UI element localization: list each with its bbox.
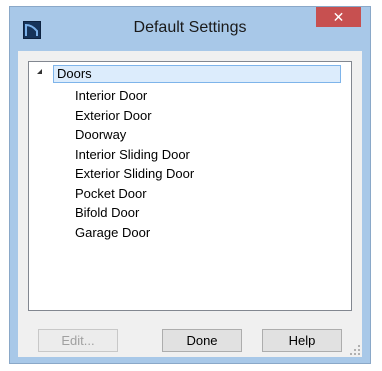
tree-children: Interior Door Exterior Door Doorway Inte… (75, 86, 194, 242)
edit-button[interactable]: Edit... (38, 329, 118, 352)
dialog-window: Default Settings ✕ Doors Interior Door E… (9, 6, 371, 364)
tree-item-interior-door[interactable]: Interior Door (75, 86, 194, 106)
tree-item-bifold-door[interactable]: Bifold Door (75, 203, 194, 223)
expand-arrow-icon[interactable] (37, 69, 42, 74)
tree-item-exterior-door[interactable]: Exterior Door (75, 106, 194, 126)
tree-item-exterior-sliding-door[interactable]: Exterior Sliding Door (75, 164, 194, 184)
done-button[interactable]: Done (162, 329, 242, 352)
tree-item-interior-sliding-door[interactable]: Interior Sliding Door (75, 145, 194, 165)
close-button[interactable]: ✕ (316, 7, 361, 27)
tree-item-pocket-door[interactable]: Pocket Door (75, 184, 194, 204)
tree-item-garage-door[interactable]: Garage Door (75, 223, 194, 243)
resize-grip-icon[interactable] (350, 345, 360, 355)
settings-tree[interactable]: Doors Interior Door Exterior Door Doorwa… (28, 61, 352, 311)
title-bar[interactable]: Default Settings ✕ (10, 7, 370, 51)
tree-node-label[interactable]: Doors (53, 65, 341, 83)
help-button[interactable]: Help (262, 329, 342, 352)
close-icon: ✕ (332, 9, 345, 25)
tree-item-doorway[interactable]: Doorway (75, 125, 194, 145)
dialog-body: Doors Interior Door Exterior Door Doorwa… (18, 51, 362, 357)
